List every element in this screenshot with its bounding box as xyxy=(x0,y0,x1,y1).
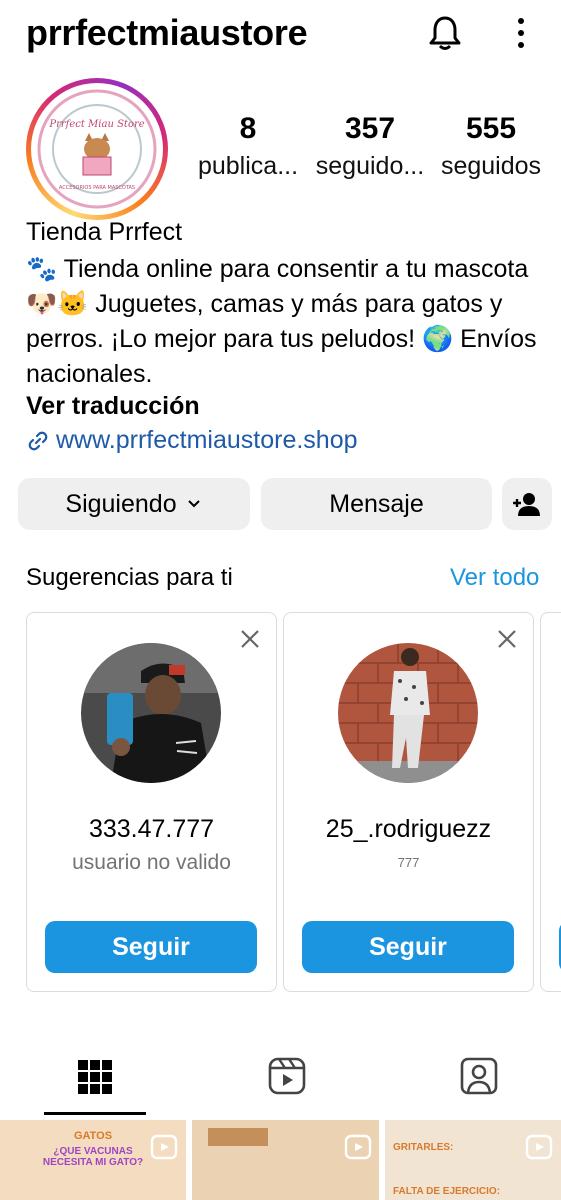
reel-icon xyxy=(344,1134,372,1160)
more-options-icon[interactable] xyxy=(506,16,536,50)
suggestions-title: Sugerencias para ti xyxy=(26,564,233,591)
post-banner xyxy=(208,1128,268,1146)
post-thumbnail[interactable]: GATOS ¿QUE VACUNAS NECESITA MI GATO? xyxy=(0,1120,186,1200)
following-label: Siguiendo xyxy=(65,489,177,518)
post-thumbnail[interactable]: GRITARLES: FALTA DE EJERCICIO: xyxy=(385,1120,561,1200)
profile-website-link[interactable]: www.prrfectmiaustore.shop xyxy=(26,426,358,455)
message-button[interactable]: Mensaje xyxy=(261,478,492,530)
see-translation-link[interactable]: Ver traducción xyxy=(26,392,200,421)
stat-followers-count: 357 xyxy=(344,112,396,145)
active-tab-indicator xyxy=(44,1112,146,1115)
stat-following-count: 555 xyxy=(465,112,517,145)
tagged-tab-icon[interactable] xyxy=(459,1054,499,1098)
suggestion-username[interactable]: 25_.rodriguezz xyxy=(284,815,533,844)
user-photo xyxy=(338,643,478,783)
suggest-users-button[interactable] xyxy=(502,478,552,530)
follow-button[interactable]: Seguir xyxy=(45,921,257,973)
suggestion-card-partial[interactable] xyxy=(540,612,561,992)
profile-display-name: Tienda Prrfect xyxy=(26,218,183,246)
stat-posts[interactable]: 8 publica... xyxy=(196,112,300,181)
suggestion-subtitle: usuario no valido xyxy=(72,851,231,874)
suggestion-avatar[interactable] xyxy=(338,643,478,783)
stat-posts-label: publica... xyxy=(197,152,299,180)
suggestion-username[interactable]: 333.47.777 xyxy=(27,815,276,844)
message-label: Mensaje xyxy=(329,489,424,518)
chevron-down-icon xyxy=(187,500,200,508)
profile-avatar[interactable]: Prrfect Miau Store ACCESORIOS PARA MASCO… xyxy=(37,89,157,209)
reel-icon xyxy=(150,1134,178,1160)
reel-icon xyxy=(525,1134,553,1160)
stat-followers-label: seguido... xyxy=(315,152,425,180)
suggestion-avatar[interactable] xyxy=(81,643,221,783)
profile-username[interactable]: prrfectmiaustore xyxy=(26,12,308,54)
notifications-bell-icon[interactable] xyxy=(426,14,464,52)
stat-posts-count: 8 xyxy=(239,112,257,145)
following-button[interactable]: Siguiendo xyxy=(18,478,250,530)
profile-bio: 🐾 Tienda online para consentir a tu masc… xyxy=(26,255,537,388)
suggestion-card[interactable]: 333.47.777 usuario no valido Seguir xyxy=(26,612,277,992)
user-photo xyxy=(81,643,221,783)
suggestion-subtitle: 777 xyxy=(397,855,420,870)
website-url: www.prrfectmiaustore.shop xyxy=(56,426,358,454)
follow-button[interactable]: Seguir xyxy=(302,921,514,973)
add-person-icon xyxy=(513,493,540,516)
svg-text:Prrfect Miau Store: Prrfect Miau Store xyxy=(48,119,144,130)
reels-tab-icon[interactable] xyxy=(267,1054,307,1098)
post-thumbnail[interactable] xyxy=(192,1120,379,1200)
post-label: GRITARLES: xyxy=(393,1142,454,1153)
suggestion-card[interactable]: 25_.rodriguezz 777 Seguir xyxy=(283,612,534,992)
close-icon[interactable] xyxy=(495,627,519,651)
svg-text:ACCESORIOS PARA MASCOTAS: ACCESORIOS PARA MASCOTAS xyxy=(59,185,135,191)
post-heading: ¿QUE VACUNAS NECESITA MI GATO? xyxy=(42,1146,144,1168)
close-icon[interactable] xyxy=(238,627,262,651)
see-all-link[interactable]: Ver todo xyxy=(450,564,539,592)
stat-following[interactable]: 555 seguidos xyxy=(436,112,546,181)
link-icon xyxy=(28,431,48,450)
stat-following-label: seguidos xyxy=(440,152,542,180)
store-logo: Prrfect Miau Store ACCESORIOS PARA MASCO… xyxy=(37,89,157,209)
post-label: FALTA DE EJERCICIO: xyxy=(393,1186,501,1197)
grid-tab-icon[interactable] xyxy=(75,1054,115,1098)
stat-followers[interactable]: 357 seguido... xyxy=(312,112,428,181)
